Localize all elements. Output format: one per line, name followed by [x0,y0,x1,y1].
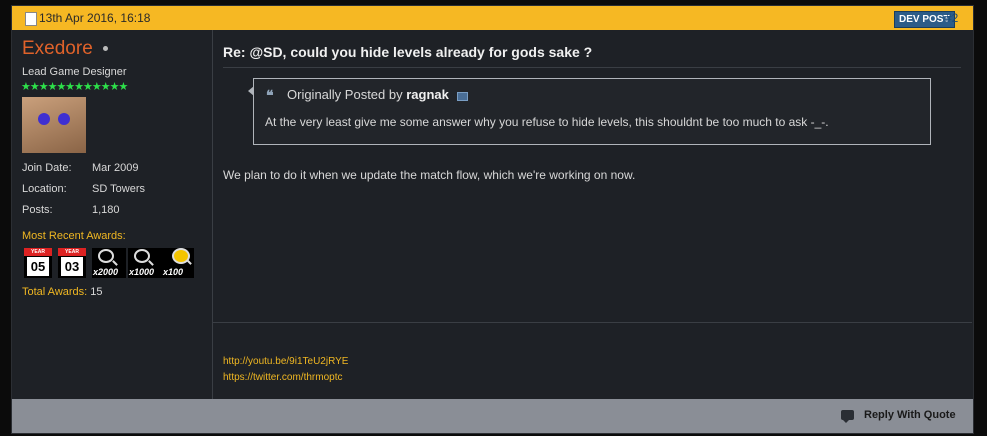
total-awards-value: 15 [90,286,103,298]
quote-text: At the very least give me some answer wh… [265,115,829,129]
award-number: 05 [27,257,49,276]
award-header: YEAR [58,248,86,256]
quote-prefix: Originally Posted by [287,87,403,102]
location-label: Location: [22,183,67,195]
total-awards-label: Total Awards: [22,286,88,298]
reply-with-quote-button[interactable]: Reply With Quote [841,409,956,423]
magnifier-icon [98,249,114,263]
username-link[interactable]: Exedore [22,38,93,60]
most-recent-awards-label: Most Recent Awards: [22,230,126,242]
award-year-03-icon[interactable]: YEAR 03 [58,248,86,278]
quote-arrow-icon [248,86,254,96]
post-header-bar: 13th Apr 2016, 16:18 DEV POST #2 [12,6,973,30]
reply-with-quote-label: Reply With Quote [864,409,956,421]
avatar-eye [58,113,70,125]
join-date-label: Join Date: [22,162,72,174]
user-sidebar: Exedore Lead Game Designer ★★★★★★★★★★★★ … [12,30,213,399]
avatar-eye [38,113,50,125]
signature-link-twitter[interactable]: https://twitter.com/thrmoptc [223,372,342,383]
avatar[interactable] [22,97,86,153]
signature-link-youtube[interactable]: http://youtu.be/9i1TeU2jRYE [223,356,348,367]
award-magnifier-x1000-icon[interactable]: x1000 [128,248,162,278]
post-icon [25,12,37,26]
join-date-value: Mar 2009 [92,162,139,174]
posts-label: Posts: [22,204,53,216]
post-footer: Reply With Quote [12,399,973,433]
post-date: 13th Apr 2016, 16:18 [39,11,151,25]
award-magnifier-x2000-icon[interactable]: x2000 [92,248,126,278]
user-title: Lead Game Designer [22,66,127,78]
award-number: 03 [61,257,83,276]
yellow-bubble-icon [172,248,190,264]
post-title: Re: @SD, could you hide levels already f… [223,44,593,60]
rank-stars-icon: ★★★★★★★★★★★★ [21,81,128,93]
signature-divider [213,322,972,323]
quote-mark-icon: ❝ [266,87,274,103]
online-status-icon [103,46,108,51]
award-multiplier: x2000 [93,267,119,277]
total-awards: Total Awards: 15 [22,286,103,298]
post-body: We plan to do it when we update the matc… [223,168,636,182]
award-multiplier: x1000 [129,267,155,277]
posts-value: 1,180 [92,204,120,216]
post-number-link[interactable]: #2 [945,11,958,25]
award-year-05-icon[interactable]: YEAR 05 [24,248,52,278]
magnifier-icon [134,249,150,263]
award-bubble-x100-icon[interactable]: x100 [162,248,194,278]
award-header: YEAR [24,248,52,256]
forum-post: 13th Apr 2016, 16:18 DEV POST #2 Exedore… [11,5,974,434]
location-value: SD Towers [92,183,145,195]
quote-bubble-icon [841,410,854,423]
view-post-icon[interactable] [456,92,468,101]
quote-box: ❝ Originally Posted by ragnak At the ver… [248,78,931,145]
divider [223,67,961,68]
quote-header: Originally Posted by ragnak [287,87,468,102]
award-multiplier: x100 [163,267,184,277]
quote-author[interactable]: ragnak [406,87,449,102]
